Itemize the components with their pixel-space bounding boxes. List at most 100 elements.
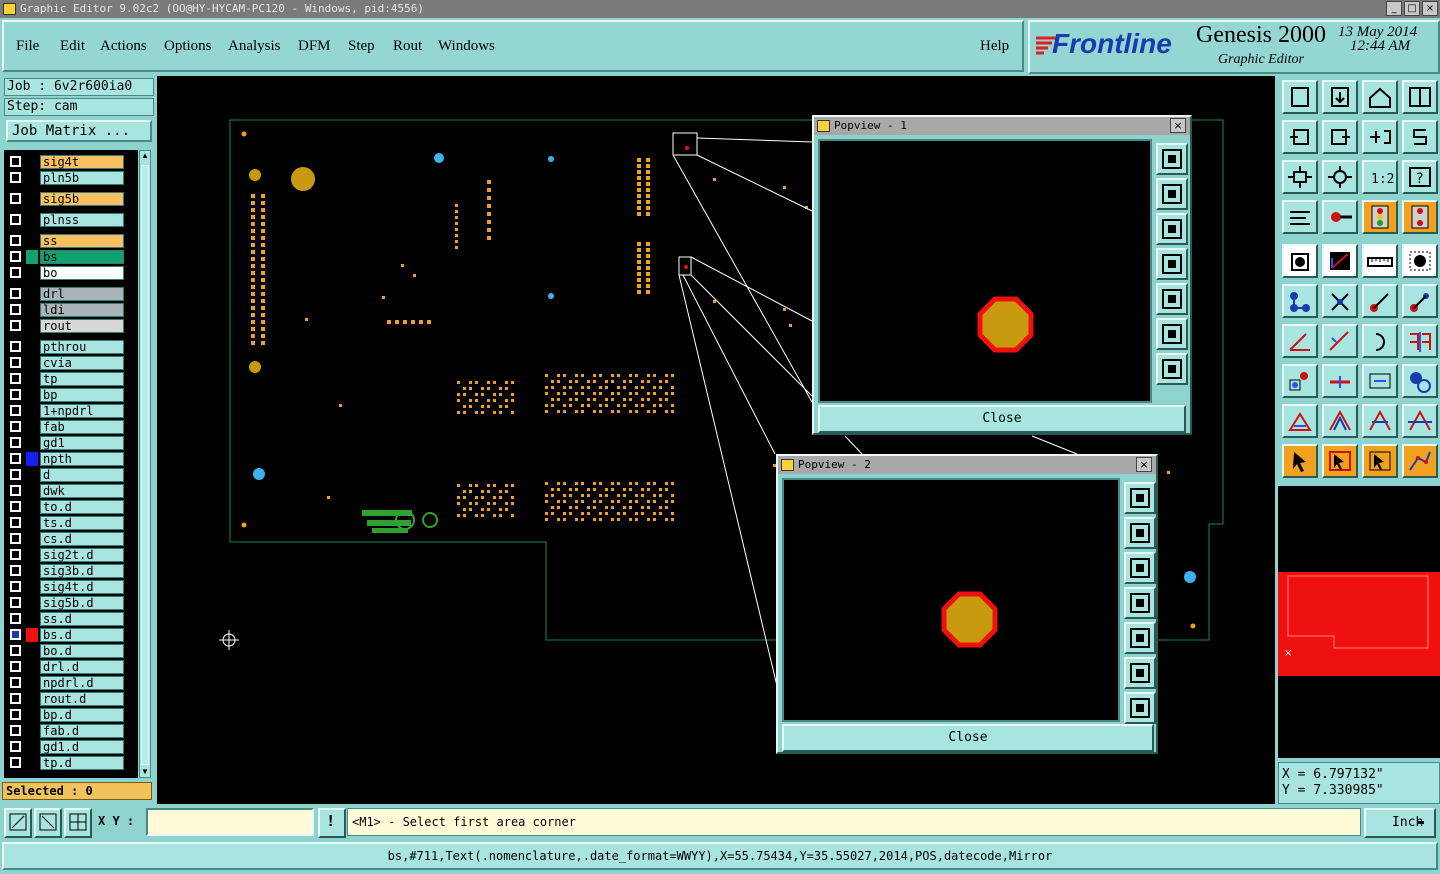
layer-name[interactable]: 1+npdrl [40, 404, 124, 418]
layer-row-gd1-d[interactable]: gd1.d [4, 740, 138, 754]
layer-checkbox[interactable] [10, 549, 21, 560]
job-matrix-button[interactable]: Job Matrix ... [6, 120, 152, 142]
move-button[interactable] [1362, 284, 1398, 318]
popview-2-pan-left-button[interactable] [1124, 587, 1156, 619]
layer-row-rout[interactable]: rout [4, 319, 138, 333]
layer-row-drl-d[interactable]: drl.d [4, 660, 138, 674]
layer-row-sig3b-d[interactable]: sig3b.d [4, 564, 138, 578]
layer-name[interactable]: bp [40, 388, 124, 402]
layer-row-sig4t[interactable]: sig4t [4, 155, 138, 169]
layer-name[interactable]: bs [40, 250, 124, 264]
layer-toggle-button[interactable] [1362, 200, 1398, 234]
layer-name[interactable]: sig3b.d [40, 564, 124, 578]
split-button[interactable] [1402, 80, 1438, 114]
layer-row-d[interactable]: d [4, 468, 138, 482]
layer-checkbox[interactable] [10, 485, 21, 496]
layer-checkbox[interactable] [10, 156, 21, 167]
layer-row-ss[interactable]: ss [4, 234, 138, 248]
unit-selector[interactable]: Inch ▬ [1364, 808, 1436, 838]
layer-checkbox[interactable] [10, 645, 21, 656]
layer-row-rout-d[interactable]: rout.d [4, 692, 138, 706]
popview-2-pan-right-button[interactable] [1124, 622, 1156, 654]
tri-4-button[interactable] [1402, 404, 1438, 438]
scroll-down-icon[interactable]: ▼ [140, 767, 150, 777]
layer-name[interactable]: pln5b [40, 171, 124, 185]
layer-name[interactable]: ss.d [40, 612, 124, 626]
popview-1-close-button[interactable]: Close [818, 405, 1186, 433]
layer-name[interactable]: gd1 [40, 436, 124, 450]
layer-row-tp-d[interactable]: tp.d [4, 756, 138, 770]
layer-row-drl[interactable]: drl [4, 287, 138, 301]
layer-row-bp[interactable]: bp [4, 388, 138, 402]
popview-2-close-button[interactable]: Close [782, 724, 1154, 752]
layer-checkbox[interactable] [10, 629, 21, 640]
layer-checkbox[interactable] [10, 193, 21, 204]
alert-button[interactable]: ! [318, 808, 346, 838]
layer-checkbox[interactable] [10, 677, 21, 688]
layer-row-pthrou[interactable]: pthrou [4, 340, 138, 354]
merge-button[interactable] [1402, 364, 1438, 398]
popview-1-fit-window-button[interactable] [1156, 318, 1188, 350]
layer-row-to-d[interactable]: to.d [4, 500, 138, 514]
layer-checkbox[interactable] [10, 341, 21, 352]
layer-row-fab[interactable]: fab [4, 420, 138, 434]
layer-checkbox[interactable] [10, 613, 21, 624]
layer-row-dwk[interactable]: dwk [4, 484, 138, 498]
popview-1-pan-left-button[interactable] [1156, 248, 1188, 280]
layer-row-1-npdrl[interactable]: 1+npdrl [4, 404, 138, 418]
layer-checkbox[interactable] [10, 661, 21, 672]
scroll-up-icon[interactable]: ▲ [140, 151, 150, 161]
layer-row-sig5b-d[interactable]: sig5b.d [4, 596, 138, 610]
layer-name[interactable]: dwk [40, 484, 124, 498]
xy-input[interactable] [146, 808, 314, 836]
layer-checkbox[interactable] [10, 304, 21, 315]
layer-name[interactable]: cvia [40, 356, 124, 370]
layer-checkbox[interactable] [10, 757, 21, 768]
layer-name[interactable]: tp [40, 372, 124, 386]
close-window-button[interactable]: × [1422, 1, 1438, 16]
layer-checkbox[interactable] [10, 214, 21, 225]
layer-row-cs-d[interactable]: cs.d [4, 532, 138, 546]
menu-options[interactable]: Options [164, 38, 212, 55]
layer-name[interactable]: fab [40, 420, 124, 434]
menu-rout[interactable]: Rout [393, 38, 422, 55]
layer-name[interactable]: bs.d [40, 628, 124, 642]
pan-left-button[interactable] [1282, 120, 1318, 154]
profile-button[interactable] [1322, 244, 1358, 278]
menu-analysis[interactable]: Analysis [228, 38, 281, 55]
layer-row-ldi[interactable]: ldi [4, 303, 138, 317]
pointer-frame-button[interactable] [1362, 444, 1398, 478]
slash-button[interactable] [1322, 324, 1358, 358]
scroll-thumb[interactable] [141, 165, 149, 765]
layer-checkbox[interactable] [10, 741, 21, 752]
dot-button[interactable] [1402, 244, 1438, 278]
redraw-button[interactable] [1402, 120, 1438, 154]
save-button[interactable] [1322, 80, 1358, 114]
layer-row-gd1[interactable]: gd1 [4, 436, 138, 450]
open-step-button[interactable] [1282, 80, 1318, 114]
line-add-button[interactable] [1322, 364, 1358, 398]
layer-row-bo-d[interactable]: bo.d [4, 644, 138, 658]
connect-button[interactable] [1282, 284, 1318, 318]
popview-2-center-view-button[interactable] [1124, 692, 1156, 724]
grid-button[interactable] [64, 808, 92, 838]
layer-name[interactable]: gd1.d [40, 740, 124, 754]
layer-name[interactable]: npdrl.d [40, 676, 124, 690]
layer-name[interactable]: rout.d [40, 692, 124, 706]
resize-button[interactable] [1362, 364, 1398, 398]
center-button[interactable] [1322, 160, 1358, 194]
layer-name[interactable]: to.d [40, 500, 124, 514]
copy-button[interactable] [1402, 284, 1438, 318]
layer-row-cvia[interactable]: cvia [4, 356, 138, 370]
layer-row-ts-d[interactable]: ts.d [4, 516, 138, 530]
pointer-path-button[interactable] [1402, 444, 1438, 478]
layer-name[interactable]: sig2t.d [40, 548, 124, 562]
layer-name[interactable]: npth [40, 452, 124, 466]
layer-name[interactable]: d [40, 468, 124, 482]
layer-name[interactable]: rout [40, 319, 124, 333]
layer-name[interactable]: bo [40, 266, 124, 280]
layer-checkbox[interactable] [10, 581, 21, 592]
layer-compare-button[interactable] [1402, 200, 1438, 234]
layer-name[interactable]: drl [40, 287, 124, 301]
pan-right-button[interactable] [1322, 120, 1358, 154]
